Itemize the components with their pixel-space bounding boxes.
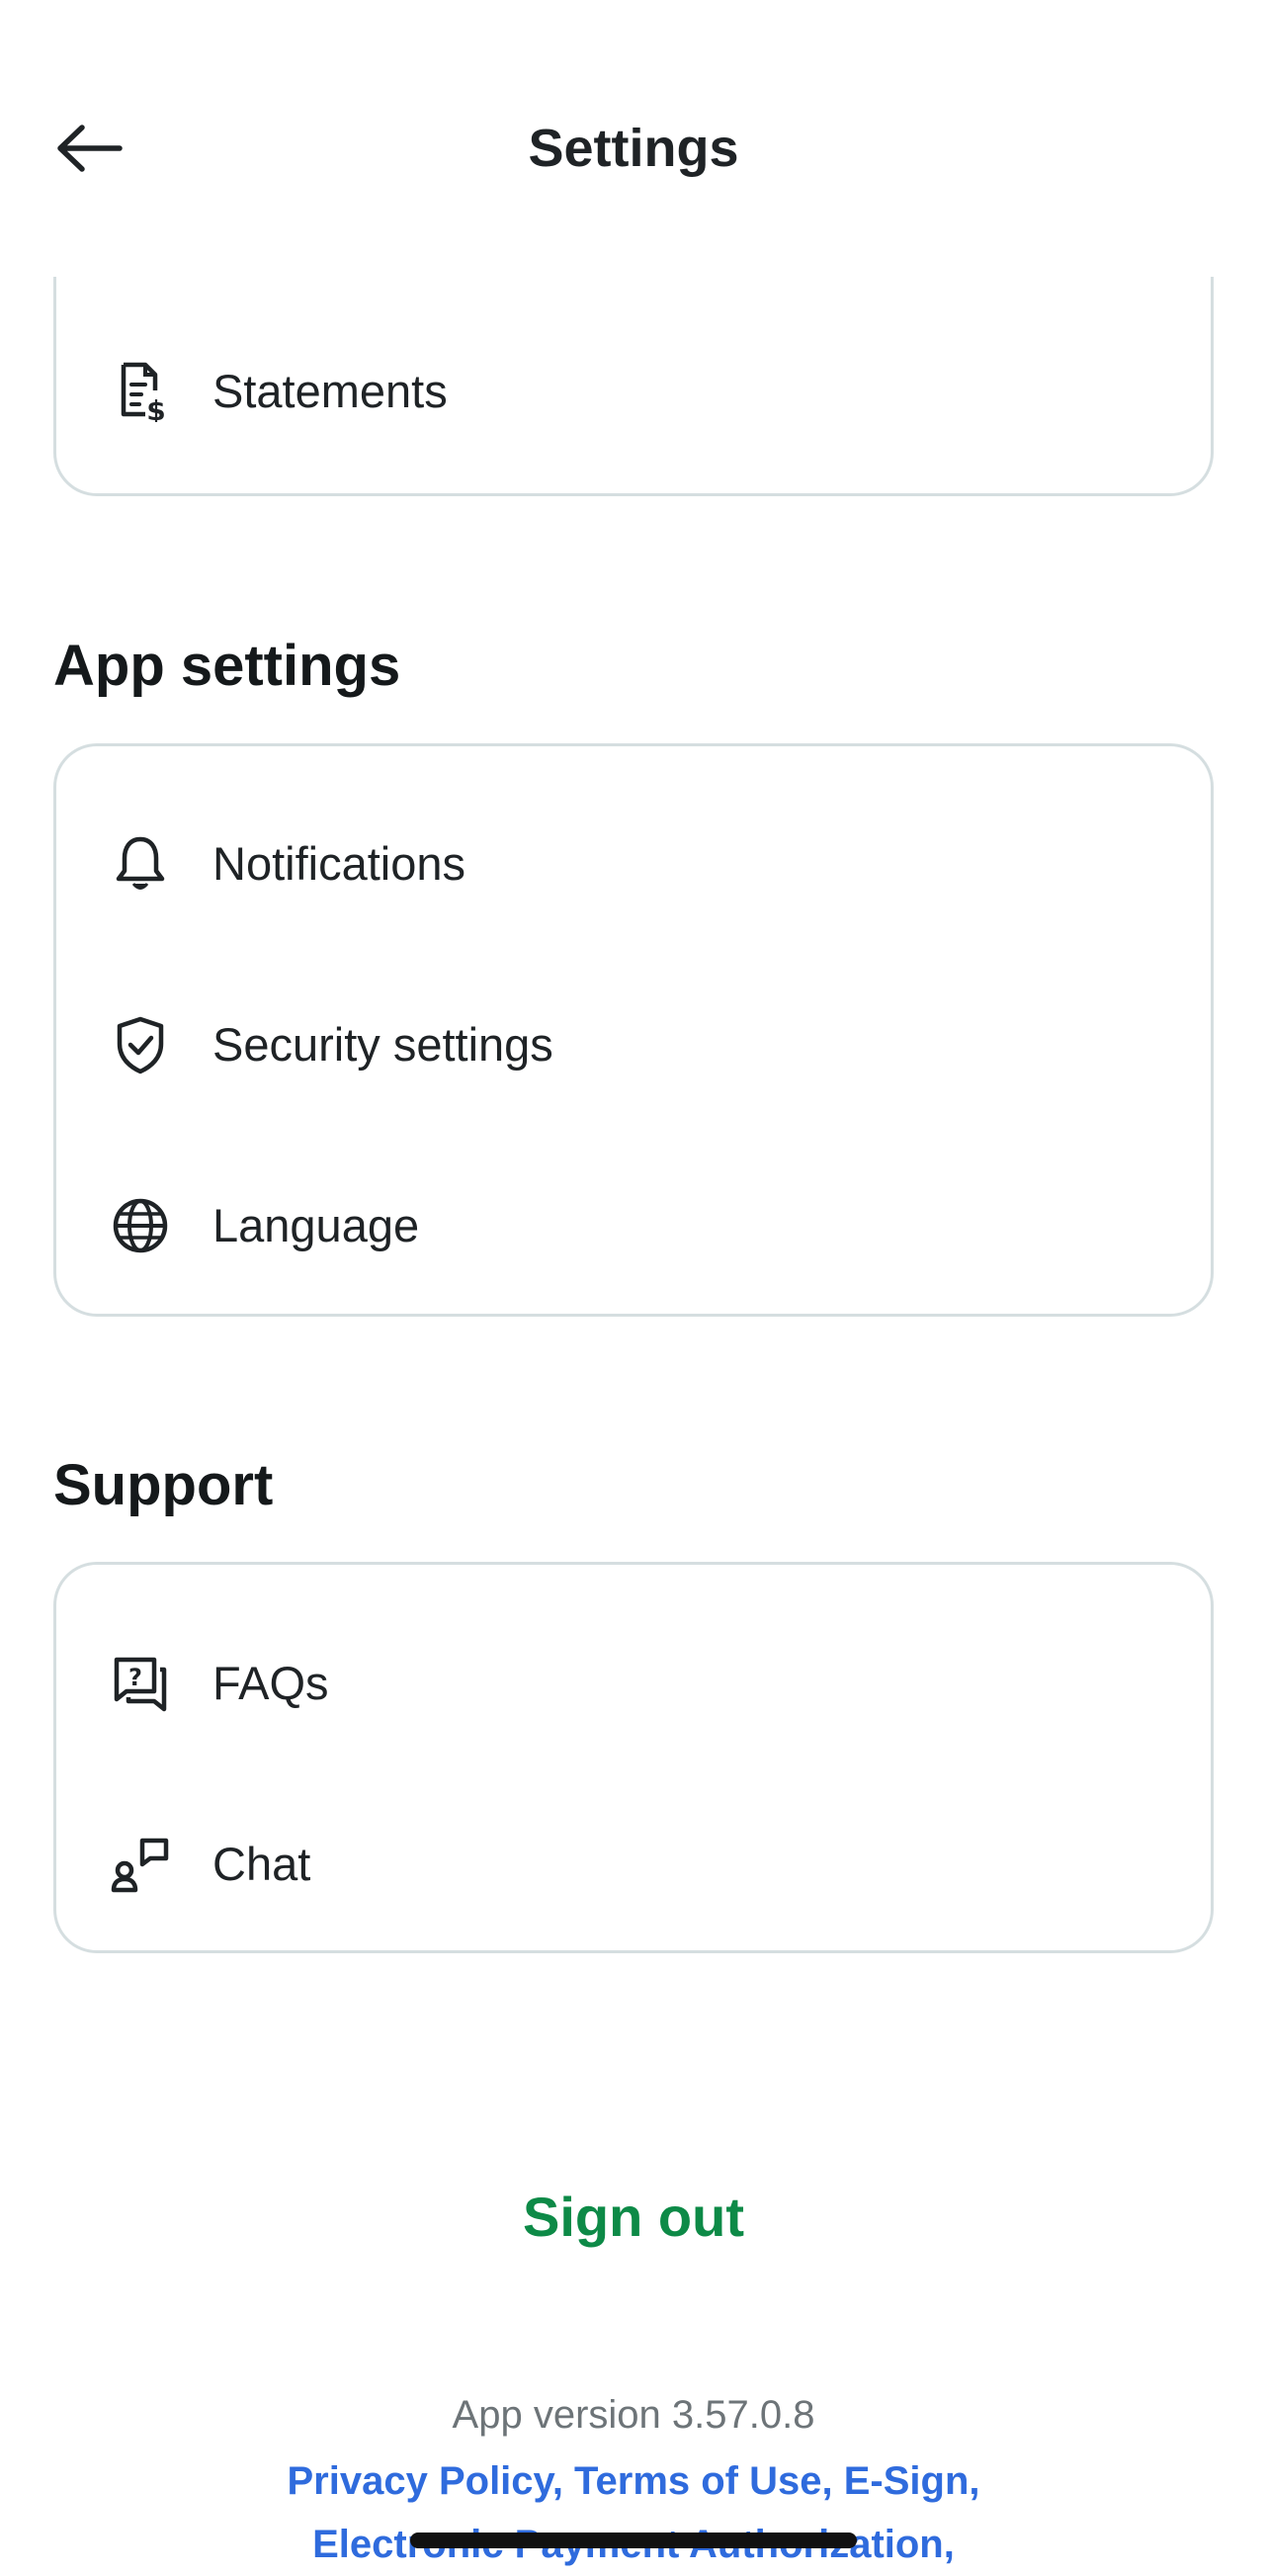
sign-out-button[interactable]: Sign out bbox=[0, 2183, 1267, 2252]
support-title: Support bbox=[53, 1453, 274, 1517]
globe-icon bbox=[110, 1195, 171, 1256]
faq-chat-icon: ? bbox=[110, 1653, 171, 1714]
security-settings-item[interactable]: Security settings bbox=[56, 976, 1211, 1114]
security-settings-label: Security settings bbox=[212, 1018, 553, 1071]
app-header: Settings bbox=[0, 0, 1267, 277]
legal-links: Privacy Policy, Terms of Use, E-Sign, El… bbox=[0, 2449, 1267, 2576]
home-indicator[interactable] bbox=[410, 2533, 857, 2548]
statements-item[interactable]: $ Statements bbox=[56, 322, 1211, 461]
faqs-item[interactable]: ? FAQs bbox=[56, 1614, 1211, 1753]
language-item[interactable]: Language bbox=[56, 1157, 1211, 1295]
support-card: ? FAQs Chat bbox=[53, 1562, 1214, 1953]
shield-check-icon bbox=[110, 1014, 171, 1075]
notifications-item[interactable]: Notifications bbox=[56, 795, 1211, 933]
svg-text:$: $ bbox=[146, 394, 165, 422]
chat-label: Chat bbox=[212, 1838, 311, 1890]
app-settings-card: Notifications Security settings Language bbox=[53, 743, 1214, 1317]
statement-dollar-icon: $ bbox=[110, 361, 171, 422]
faqs-label: FAQs bbox=[212, 1657, 329, 1709]
chat-item[interactable]: Chat bbox=[56, 1795, 1211, 1933]
app-settings-title: App settings bbox=[53, 634, 401, 698]
language-label: Language bbox=[212, 1199, 420, 1251]
notifications-label: Notifications bbox=[212, 837, 465, 890]
svg-text:?: ? bbox=[128, 1664, 142, 1691]
person-chat-icon bbox=[110, 1834, 171, 1895]
bell-icon bbox=[110, 833, 171, 895]
page-title: Settings bbox=[528, 119, 739, 178]
statements-label: Statements bbox=[212, 365, 448, 417]
legal-links-line-1[interactable]: Privacy Policy, Terms of Use, E-Sign, bbox=[288, 2459, 980, 2503]
app-version: App version 3.57.0.8 bbox=[452, 2393, 815, 2437]
